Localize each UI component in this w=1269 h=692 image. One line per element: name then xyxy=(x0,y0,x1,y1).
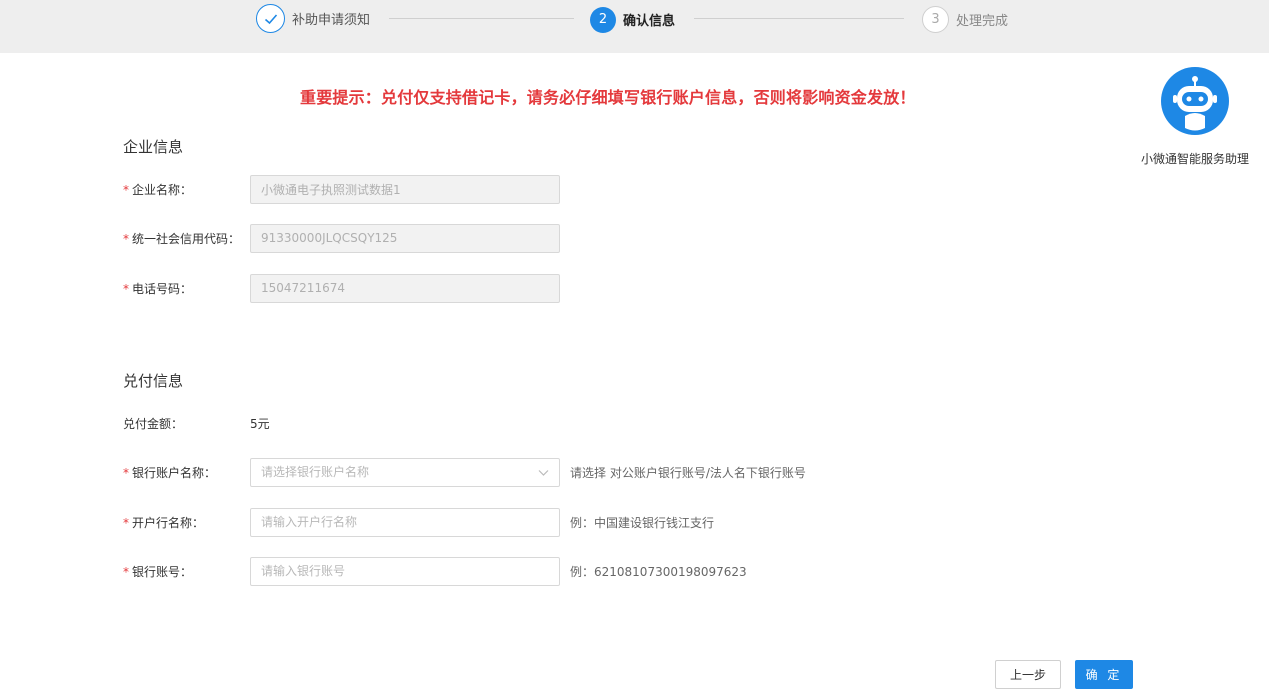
required-mark: * xyxy=(123,564,129,579)
assistant-widget[interactable]: 小微通智能服务助理 xyxy=(1130,66,1260,167)
bank-branch-row: *开户行名称： 例：中国建设银行钱江支行 xyxy=(123,507,714,537)
required-mark: * xyxy=(123,465,129,480)
bank-account-name-row: *银行账户名称： 请选择 对公账户银行账号/法人名下银行账号 xyxy=(123,457,806,487)
required-mark: * xyxy=(123,281,129,296)
step-1: 补助申请须知 xyxy=(256,4,370,33)
company-name-field: 小微通电子执照测试数据1 xyxy=(250,174,560,204)
company-name-row: * 企业名称： 小微通电子执照测试数据1 xyxy=(123,174,560,204)
step-3: 3 处理完成 xyxy=(922,5,1008,34)
credit-code-label: * 统一社会信用代码： xyxy=(123,231,241,246)
bank-branch-field[interactable] xyxy=(250,507,560,537)
important-notice: 重要提示：兑付仅支持借记卡，请务必仔细填写银行账户信息，否则将影响资金发放！ xyxy=(300,88,916,107)
step-1-label: 补助申请须知 xyxy=(292,13,371,28)
bank-account-name-hint: 请选择 对公账户银行账号/法人名下银行账号 xyxy=(570,465,806,480)
bank-account-name-label: * 银行账户名称： xyxy=(123,465,217,480)
previous-step-button[interactable]: 上一步 xyxy=(995,660,1061,689)
assistant-name: 小微通智能服务助理 xyxy=(1140,152,1249,166)
bank-account-name-input[interactable] xyxy=(261,465,549,479)
payment-section-title: 兑付信息 xyxy=(123,372,184,390)
steps-bar: 补助申请须知 2 确认信息 3 处理完成 xyxy=(0,0,1269,53)
bank-number-row: *银行账号： 例：62108107300198097623 xyxy=(123,556,747,586)
phone-field: 15047211674 xyxy=(250,273,560,303)
amount-value: 5元 xyxy=(250,416,270,431)
bank-number-hint: 例：62108107300198097623 xyxy=(570,564,747,579)
check-icon xyxy=(256,4,285,33)
phone-label: * 电话号码： xyxy=(123,281,193,296)
credit-code-field: 91330000JLQCSQY125 xyxy=(250,223,560,253)
step-2: 2 确认信息 xyxy=(590,5,675,34)
bank-branch-input[interactable] xyxy=(261,515,549,529)
robot-icon[interactable] xyxy=(1160,66,1230,136)
step-2-label: 确认信息 xyxy=(623,14,676,29)
bank-number-field[interactable] xyxy=(250,556,560,586)
step-connector-2 xyxy=(694,18,904,19)
bank-account-name-select[interactable] xyxy=(250,457,560,487)
bank-branch-hint: 例：中国建设银行钱江支行 xyxy=(570,515,715,530)
step-2-number: 2 xyxy=(590,6,616,33)
company-name-label: * 企业名称： xyxy=(123,182,193,197)
required-mark: * xyxy=(123,182,129,197)
amount-label: 兑付金额： xyxy=(123,416,184,431)
chevron-down-icon[interactable] xyxy=(538,467,549,480)
credit-code-row: * 统一社会信用代码： 91330000JLQCSQY125 xyxy=(123,223,560,253)
step-connector-1 xyxy=(389,18,574,19)
bank-branch-label: * 开户行名称： xyxy=(123,515,205,530)
required-mark: * xyxy=(123,515,129,530)
bank-number-label: * 银行账号： xyxy=(123,564,193,579)
step-3-number: 3 xyxy=(922,6,949,33)
confirm-button[interactable]: 确 定 xyxy=(1075,660,1133,689)
phone-row: * 电话号码： 15047211674 xyxy=(123,273,560,303)
bank-number-input[interactable] xyxy=(261,564,549,578)
company-section-title: 企业信息 xyxy=(123,138,184,156)
amount-row: 兑付金额： 5元 xyxy=(123,408,270,438)
step-3-label: 处理完成 xyxy=(956,14,1009,29)
required-mark: * xyxy=(123,231,129,246)
